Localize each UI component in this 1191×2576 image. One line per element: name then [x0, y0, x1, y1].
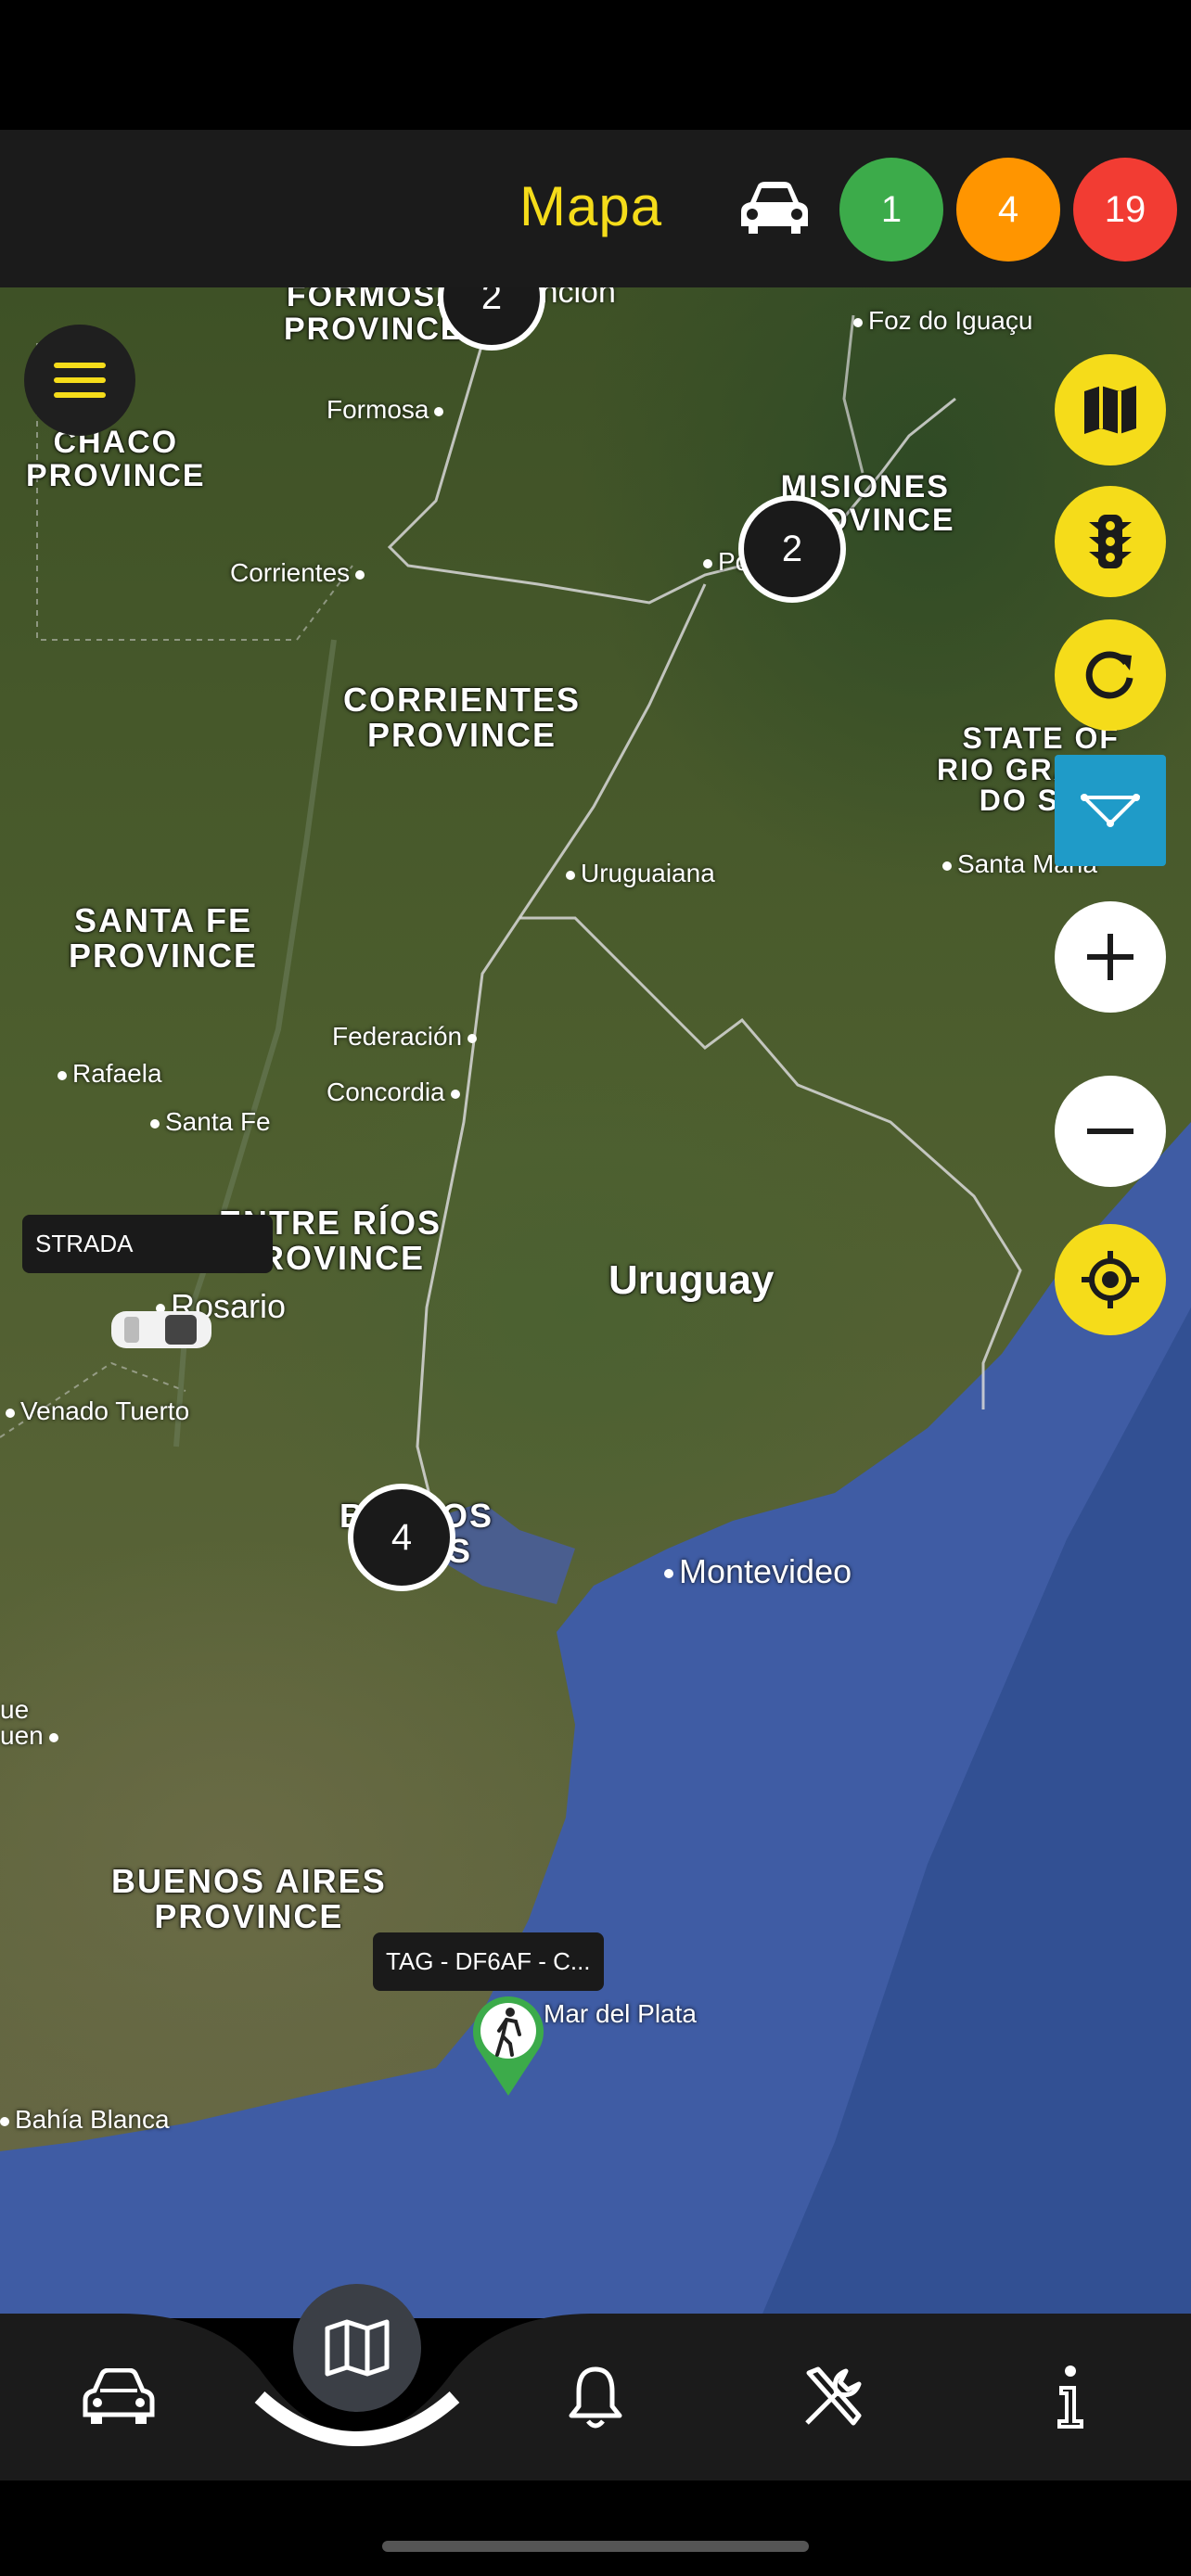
refresh-icon: [1085, 651, 1133, 699]
crosshair-icon: [1082, 1251, 1139, 1308]
car-marker-icon[interactable]: [106, 1302, 217, 1358]
city-concordia: Concordia: [327, 1078, 460, 1107]
label-uruguay: Uruguay: [608, 1257, 775, 1303]
car-icon: [741, 182, 808, 234]
city-formosa: Formosa: [327, 395, 443, 425]
minus-icon: [1087, 1129, 1133, 1134]
label-corrientes-province: CORRIENTES PROVINCE: [343, 681, 582, 754]
vehicle-label-strada[interactable]: STRADA: [22, 1215, 273, 1273]
menu-button[interactable]: [24, 325, 135, 436]
label-santa-fe-province: SANTA FE PROVINCE: [69, 901, 259, 975]
vehicles-filter-button[interactable]: [714, 158, 835, 260]
nav-info[interactable]: [1015, 2351, 1126, 2443]
city-bahia-blanca: Bahía Blanca: [0, 2105, 170, 2135]
zoom-out-button[interactable]: [1055, 1076, 1166, 1187]
label-chaco-province: CHACO PROVINCE: [26, 425, 206, 493]
nav-tools[interactable]: [777, 2351, 889, 2443]
pedestrian-pin-icon[interactable]: [469, 1994, 547, 2098]
map-outline-icon: [325, 2319, 390, 2377]
cluster-marker[interactable]: 2: [738, 495, 846, 603]
status-bar: [0, 0, 1191, 130]
hamburger-icon: [54, 363, 106, 398]
label-formosa-province: FORMOSA PROVINCE: [284, 287, 464, 347]
route-button[interactable]: [1055, 755, 1166, 866]
refresh-button[interactable]: [1055, 619, 1166, 731]
bell-icon: [569, 2366, 622, 2429]
city-montevideo: Montevideo: [664, 1552, 852, 1591]
city-foz-do-iguacu: Foz do Iguaçu: [853, 306, 1032, 336]
map-icon: [1084, 386, 1136, 434]
bottom-navigation: [0, 2284, 1191, 2480]
nav-vehicles[interactable]: [63, 2351, 174, 2443]
idle-count-badge[interactable]: 4: [956, 158, 1060, 261]
map-view[interactable]: FORMOSA PROVINCE CHACO PROVINCE MISIONES…: [0, 287, 1191, 2318]
cluster-marker[interactable]: 4: [348, 1484, 455, 1591]
city-partial-left: ue uen: [0, 1697, 58, 1749]
zoom-in-button[interactable]: [1055, 901, 1166, 1013]
city-santa-fe: Santa Fe: [150, 1107, 271, 1137]
plus-icon: [1087, 934, 1133, 980]
nav-map[interactable]: [293, 2284, 421, 2412]
city-uruguaiana: Uruguaiana: [566, 859, 715, 888]
city-corrientes: Corrientes: [230, 558, 365, 588]
route-icon: [1081, 794, 1140, 827]
nav-alerts[interactable]: [540, 2351, 651, 2443]
home-indicator[interactable]: [382, 2541, 809, 2552]
online-count-badge[interactable]: 1: [839, 158, 943, 261]
city-venado-tuerto: Venado Tuerto: [6, 1396, 189, 1426]
tag-label[interactable]: TAG - DF6AF - C...: [373, 1932, 604, 1991]
locate-me-button[interactable]: [1055, 1224, 1166, 1335]
city-rafaela: Rafaela: [58, 1059, 162, 1089]
info-icon: [1057, 2366, 1083, 2429]
page-title: Mapa: [519, 175, 663, 237]
traffic-light-icon: [1089, 515, 1132, 568]
traffic-button[interactable]: [1055, 486, 1166, 597]
city-federacion: Federación: [332, 1022, 477, 1052]
map-type-button[interactable]: [1055, 354, 1166, 465]
tools-icon: [805, 2366, 862, 2426]
car-outline-icon: [83, 2368, 155, 2424]
top-bar: Mapa 1 4 19: [0, 130, 1191, 287]
offline-count-badge[interactable]: 19: [1073, 158, 1177, 261]
label-buenos-aires-province: BUENOS AIRES PROVINCE: [111, 1862, 387, 1935]
city-mar-del-plata: Mar del Plata: [529, 1999, 697, 2029]
